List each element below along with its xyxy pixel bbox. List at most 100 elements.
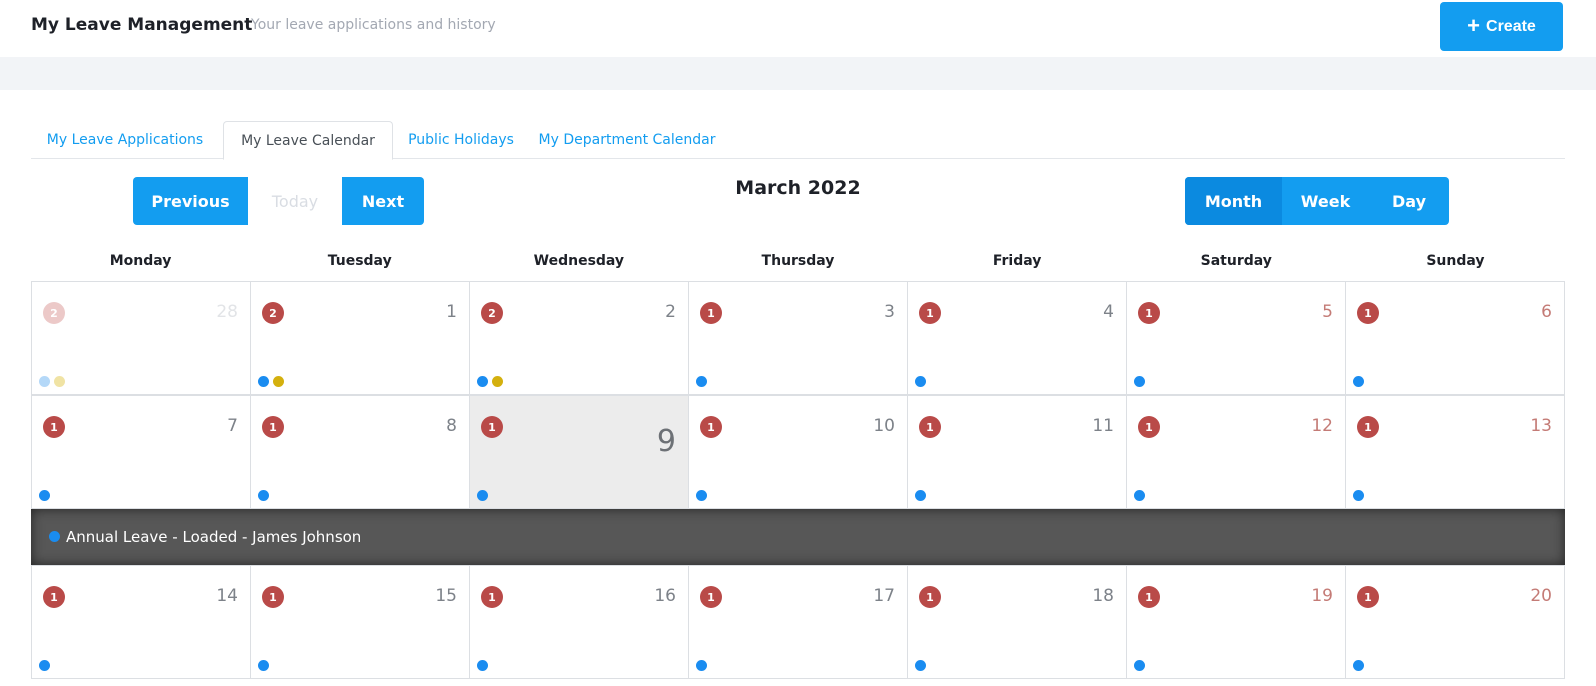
calendar-day-cell[interactable]: 1 20 (1346, 566, 1565, 679)
calendar-day-cell[interactable]: 22 (470, 282, 689, 395)
event-count-badge: 2 (262, 302, 284, 324)
event-dot-gold[interactable] (273, 376, 284, 387)
calendar-day-cell[interactable]: 1 18 (908, 566, 1127, 679)
create-button[interactable]: + Create (1440, 2, 1563, 51)
next-button[interactable]: Next (342, 177, 424, 225)
calendar-day-cell[interactable]: 1 19 (1127, 566, 1346, 679)
calendar-day-cell[interactable]: 1 11 (908, 396, 1127, 509)
tab-my-leave-calendar[interactable]: My Leave Calendar (223, 121, 393, 160)
calendar-day-cell[interactable]: 1 15 (251, 566, 470, 679)
previous-button[interactable]: Previous (133, 177, 248, 225)
event-dots (1353, 660, 1364, 671)
day-number[interactable]: 10 (873, 416, 895, 436)
weekday-label: Tuesday (327, 253, 392, 269)
day-number[interactable]: 20 (1530, 586, 1552, 606)
event-dot-blue[interactable] (696, 376, 707, 387)
tab-public-holidays[interactable]: Public Holidays (399, 121, 523, 159)
day-number[interactable]: 11 (1092, 416, 1114, 436)
event-dot-blue[interactable] (1134, 660, 1145, 671)
day-number[interactable]: 5 (1322, 302, 1333, 322)
calendar-day-cell[interactable]: 18 (251, 396, 470, 509)
event-dots (696, 376, 707, 387)
event-dot-blue[interactable] (696, 490, 707, 501)
calendar-day-cell[interactable]: 1 13 (1346, 396, 1565, 509)
day-number[interactable]: 15 (435, 586, 457, 606)
day-number[interactable]: 28 (216, 302, 238, 322)
day-number[interactable]: 12 (1311, 416, 1333, 436)
month-view-button[interactable]: Month (1185, 177, 1282, 225)
event-dots (39, 660, 50, 671)
day-number[interactable]: 14 (216, 586, 238, 606)
calendar-day-cell[interactable]: 21 (251, 282, 470, 395)
day-number[interactable]: 13 (1530, 416, 1552, 436)
calendar-day-cell[interactable]: 1 10 (689, 396, 908, 509)
day-number[interactable]: 18 (1092, 586, 1114, 606)
event-dot-blue[interactable] (1353, 490, 1364, 501)
event-dot-blue[interactable] (258, 490, 269, 501)
day-view-button[interactable]: Day (1369, 177, 1449, 225)
event-count-badge: 1 (481, 586, 503, 608)
day-number[interactable]: 7 (227, 416, 238, 436)
day-number[interactable]: 16 (654, 586, 676, 606)
event-dot-blue[interactable] (477, 376, 488, 387)
calendar-day-cell[interactable]: 15 (1127, 282, 1346, 395)
calendar-day-cell[interactable]: 13 (689, 282, 908, 395)
event-dots (1134, 490, 1145, 501)
day-number[interactable]: 4 (1103, 302, 1114, 322)
event-dot-blue[interactable] (39, 660, 50, 671)
day-number[interactable]: 3 (884, 302, 895, 322)
event-dot-blue[interactable] (1134, 376, 1145, 387)
event-count-badge: 1 (1357, 302, 1379, 324)
event-dot-blue[interactable] (1353, 376, 1364, 387)
calendar-day-cell[interactable]: 14 (908, 282, 1127, 395)
event-dot-blue[interactable] (477, 660, 488, 671)
event-dots (39, 490, 50, 501)
event-dot-blue[interactable] (39, 490, 50, 501)
event-count-badge: 1 (262, 416, 284, 438)
weekday-label: Sunday (1426, 253, 1485, 269)
tab-my-leave-applications[interactable]: My Leave Applications (31, 121, 219, 159)
week-view-button[interactable]: Week (1282, 177, 1369, 225)
event-dot-blue[interactable] (915, 376, 926, 387)
event-dot-gold[interactable] (492, 376, 503, 387)
event-dot-blue[interactable] (258, 376, 269, 387)
event-dots (1353, 490, 1364, 501)
calendar-day-cell[interactable]: 2 28 (32, 282, 251, 395)
tab-my-department-calendar[interactable]: My Department Calendar (529, 121, 725, 159)
event-count-badge: 1 (700, 416, 722, 438)
calendar-day-cell[interactable]: 1 12 (1127, 396, 1346, 509)
calendar-day-cell[interactable]: 17 (32, 396, 251, 509)
calendar-day-cell[interactable]: 1 14 (32, 566, 251, 679)
event-count-badge: 1 (1138, 416, 1160, 438)
calendar-day-cell[interactable]: 1 16 (470, 566, 689, 679)
calendar-day-cell[interactable]: 16 (1346, 282, 1565, 395)
day-number[interactable]: 8 (446, 416, 457, 436)
event-dot-blue[interactable] (258, 660, 269, 671)
event-dots (915, 490, 926, 501)
day-number[interactable]: 9 (657, 424, 676, 459)
day-number[interactable]: 19 (1311, 586, 1333, 606)
today-button[interactable]: Today (248, 177, 342, 225)
event-dot-blue[interactable] (39, 376, 50, 387)
day-number[interactable]: 6 (1541, 302, 1552, 322)
day-number[interactable]: 17 (873, 586, 895, 606)
event-detail-text[interactable]: Annual Leave - Loaded - James Johnson (66, 528, 361, 546)
weekday-label: Friday (992, 253, 1042, 269)
calendar-day-cell[interactable]: 1 17 (689, 566, 908, 679)
event-dot-blue[interactable] (915, 490, 926, 501)
calendar-day-cell[interactable]: 19 (470, 396, 689, 509)
event-dots (258, 376, 284, 387)
top-header: My Leave Management Your leave applicati… (0, 0, 1596, 57)
event-dots (258, 490, 269, 501)
event-dot-gold[interactable] (54, 376, 65, 387)
event-dot-blue[interactable] (477, 490, 488, 501)
event-dot-blue[interactable] (1353, 660, 1364, 671)
event-count-badge: 1 (43, 416, 65, 438)
event-dot-blue[interactable] (1134, 490, 1145, 501)
day-number[interactable]: 1 (446, 302, 457, 322)
day-number[interactable]: 2 (665, 302, 676, 322)
weekday-label: Thursday (761, 253, 835, 269)
event-dot-blue[interactable] (915, 660, 926, 671)
event-dot-blue[interactable] (696, 660, 707, 671)
weekday-label: Wednesday (533, 253, 625, 269)
